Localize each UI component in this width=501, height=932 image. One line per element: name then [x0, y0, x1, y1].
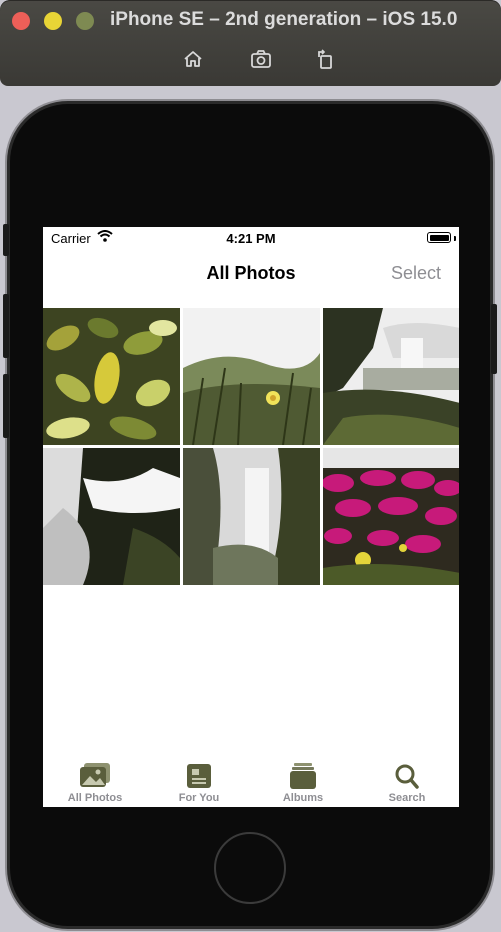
window-close-button[interactable] [12, 12, 30, 30]
battery-tip [454, 236, 456, 241]
tab-label: For You [178, 792, 220, 804]
tab-all-photos[interactable]: All Photos [43, 757, 147, 807]
photo-thumbnail-leaves[interactable] [43, 308, 180, 445]
photo-thumbnail-meadow[interactable] [183, 308, 320, 445]
volume-down-button [3, 374, 9, 438]
home-button[interactable] [214, 832, 286, 904]
tab-label: All Photos [67, 792, 123, 804]
tab-search[interactable]: Search [355, 757, 459, 807]
tab-albums[interactable]: Albums [251, 757, 355, 807]
mute-switch [3, 224, 9, 256]
status-bar: Carrier 4:21 PM [43, 227, 459, 249]
photo-thumbnail-canyon-waterfall[interactable] [183, 448, 320, 585]
battery-icon [427, 232, 451, 243]
home-icon[interactable] [182, 48, 204, 70]
screenshot-icon[interactable] [250, 48, 272, 70]
tab-label: Albums [282, 792, 324, 804]
for-you-icon [182, 761, 216, 791]
window-title: iPhone SE – 2nd generation – iOS 15.0 [110, 9, 458, 30]
tab-bar: All Photos For You Albums Search [43, 757, 459, 807]
window-minimize-button[interactable] [44, 12, 62, 30]
search-icon [390, 761, 424, 791]
simulator-title-bar: iPhone SE – 2nd generation – iOS 15.0 [0, 0, 501, 86]
device-screen: Carrier 4:21 PM All Photos Select All Ph… [43, 227, 459, 807]
tab-label: Search [388, 792, 426, 804]
photo-thumbnail-coast-waterfall[interactable] [323, 308, 459, 445]
photo-thumbnail-pink-flowers[interactable] [323, 448, 459, 585]
photos-icon [78, 761, 112, 791]
photo-thumbnail-waterfall-closeup[interactable] [43, 448, 180, 585]
albums-icon [286, 761, 320, 791]
volume-up-button [3, 294, 9, 358]
photo-grid [43, 308, 459, 585]
tab-for-you[interactable]: For You [147, 757, 251, 807]
window-zoom-button[interactable] [76, 12, 94, 30]
rotate-icon[interactable] [314, 48, 336, 70]
power-button [491, 304, 497, 374]
status-time: 4:21 PM [226, 231, 276, 246]
select-button[interactable]: Select [391, 263, 441, 284]
